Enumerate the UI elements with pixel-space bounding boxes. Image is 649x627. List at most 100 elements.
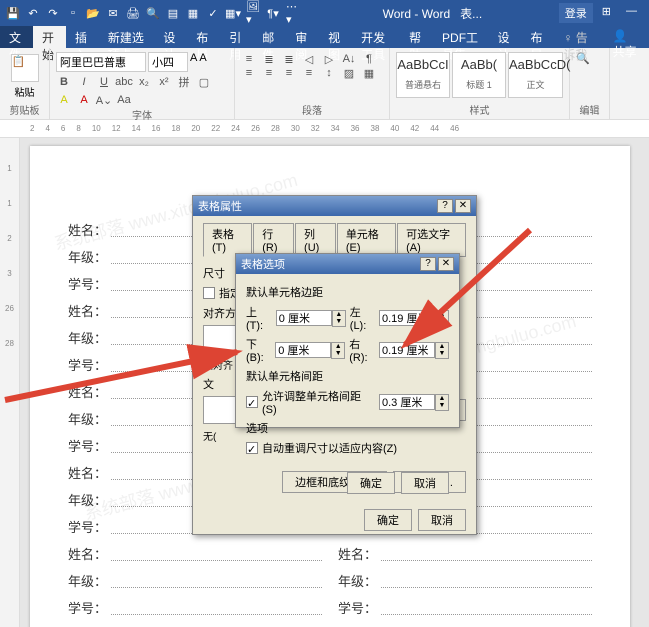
- wrap-none-option[interactable]: [203, 396, 239, 424]
- tab-mail[interactable]: 邮件: [253, 26, 286, 48]
- line-spacing-icon[interactable]: ↕: [321, 66, 337, 80]
- tab-tbl-design[interactable]: 设计: [488, 26, 521, 48]
- tab-tbl-layout[interactable]: 布局: [521, 26, 554, 48]
- bottom-spinner[interactable]: ▲▼: [331, 342, 345, 359]
- pic-icon[interactable]: 🖼▾: [246, 6, 260, 20]
- left-spinner[interactable]: ▲▼: [435, 310, 449, 327]
- sup-icon[interactable]: x²: [156, 75, 172, 89]
- style-normal[interactable]: AaBbCcI普通悬右: [396, 52, 450, 98]
- tab-col[interactable]: 列(U): [295, 223, 336, 257]
- align-right-icon[interactable]: ≡: [281, 66, 297, 80]
- tab-ref[interactable]: 引用: [220, 26, 253, 48]
- underline-icon[interactable]: U: [96, 75, 112, 89]
- autofit-checkbox[interactable]: ✓: [246, 442, 258, 454]
- vertical-ruler[interactable]: 11232628: [0, 138, 20, 627]
- tab-alt[interactable]: 可选文字(A): [397, 223, 466, 257]
- help-icon[interactable]: ?: [420, 257, 436, 271]
- italic-icon[interactable]: I: [76, 75, 92, 89]
- char-fx-icon[interactable]: A⌄: [96, 93, 112, 107]
- tab-cell[interactable]: 单元格(E): [337, 223, 396, 257]
- horizontal-ruler[interactable]: 2468101214161820222426283032343638404244…: [0, 120, 649, 138]
- spacing-spinner[interactable]: ▲▼: [435, 394, 449, 411]
- right-spinner[interactable]: ▲▼: [435, 342, 449, 359]
- ok-button[interactable]: 确定: [364, 509, 412, 531]
- highlight-icon[interactable]: A: [56, 93, 72, 107]
- font-color-icon[interactable]: A: [76, 93, 92, 107]
- tab-review[interactable]: 审阅: [286, 26, 319, 48]
- tab-layout[interactable]: 布局: [187, 26, 220, 48]
- dialog-title-bar[interactable]: 表格属性 ? ✕: [193, 196, 476, 216]
- shrink-font-icon[interactable]: A: [199, 52, 206, 72]
- tab-pdf[interactable]: PDF工具集: [433, 26, 488, 48]
- tab-custom[interactable]: 新建选项卡: [99, 26, 154, 48]
- font-size-select[interactable]: 小四: [148, 52, 188, 72]
- numbering-icon[interactable]: ≣: [261, 52, 277, 66]
- cancel-button[interactable]: 取消: [418, 509, 466, 531]
- justify-icon[interactable]: ≡: [301, 66, 317, 80]
- spacing-value-input[interactable]: [379, 394, 435, 410]
- ruby-icon[interactable]: 拼: [176, 75, 192, 89]
- new-icon[interactable]: ▫: [66, 6, 80, 20]
- tab-help[interactable]: 帮助: [400, 26, 433, 48]
- top-spinner[interactable]: ▲▼: [332, 310, 346, 327]
- undo-icon[interactable]: ↶: [26, 6, 40, 20]
- ok-button[interactable]: 确定: [347, 472, 395, 494]
- right-margin-input[interactable]: [379, 342, 435, 358]
- top-margin-input[interactable]: [276, 310, 332, 326]
- left-margin-input[interactable]: [379, 310, 435, 326]
- shading-icon[interactable]: ▨: [341, 66, 357, 80]
- tab-home[interactable]: 开始: [33, 26, 66, 48]
- align-left-option[interactable]: [203, 325, 239, 353]
- tab-dev[interactable]: 开发工具: [352, 26, 400, 48]
- strike-icon[interactable]: abc: [116, 75, 132, 89]
- close-icon[interactable]: ✕: [455, 199, 471, 213]
- more-icon[interactable]: ⋯▾: [286, 6, 300, 20]
- borders-icon[interactable]: ▦: [361, 66, 377, 80]
- login-button[interactable]: 登录: [559, 3, 593, 23]
- clear-fmt-icon[interactable]: Aa: [116, 93, 132, 107]
- paste-icon[interactable]: 📋: [11, 54, 39, 82]
- tell-me[interactable]: ♀ 告诉我: [554, 26, 602, 48]
- ribbon-opts-icon[interactable]: ⊞: [596, 3, 617, 23]
- save-icon[interactable]: 💾: [6, 6, 20, 20]
- close-icon[interactable]: ✕: [438, 257, 454, 271]
- find-icon[interactable]: 🔍: [576, 52, 603, 65]
- pg-icon[interactable]: ▦: [186, 6, 200, 20]
- sort-icon[interactable]: A↓: [341, 52, 357, 66]
- page-icon[interactable]: ▤: [166, 6, 180, 20]
- tab-design[interactable]: 设计: [154, 26, 187, 48]
- tab-view[interactable]: 视图: [319, 26, 352, 48]
- dec-indent-icon[interactable]: ◁: [301, 52, 317, 66]
- allow-spacing-checkbox[interactable]: ✓: [246, 396, 258, 408]
- font-name-select[interactable]: 阿里巴巴普惠: [56, 52, 146, 72]
- tab-table[interactable]: 表格(T): [203, 223, 252, 257]
- inc-indent-icon[interactable]: ▷: [321, 52, 337, 66]
- help-icon[interactable]: ?: [437, 199, 453, 213]
- preview-icon[interactable]: 🔍: [146, 6, 160, 20]
- bullets-icon[interactable]: ≡: [241, 52, 257, 66]
- open-icon[interactable]: 📂: [86, 6, 100, 20]
- border-icon[interactable]: ▢: [196, 75, 212, 89]
- mail-icon[interactable]: ✉: [106, 6, 120, 20]
- min-icon[interactable]: —: [620, 3, 643, 23]
- cancel-button[interactable]: 取消: [401, 472, 449, 494]
- sub-icon[interactable]: x₂: [136, 75, 152, 89]
- tab-file[interactable]: 文件: [0, 26, 33, 48]
- align-left-icon[interactable]: ≡: [241, 66, 257, 80]
- spell-icon[interactable]: ✓: [206, 6, 220, 20]
- style-body[interactable]: AaBbCcD(正文: [508, 52, 563, 98]
- share-button[interactable]: 👤 共享: [603, 26, 649, 48]
- spec-width-checkbox[interactable]: [203, 287, 215, 299]
- tab-row[interactable]: 行(R): [253, 223, 294, 257]
- tbl-icon[interactable]: ▦▾: [226, 6, 240, 20]
- grow-font-icon[interactable]: A: [190, 52, 197, 72]
- redo-icon[interactable]: ↷: [46, 6, 60, 20]
- br-icon[interactable]: ¶▾: [266, 6, 280, 20]
- align-center-icon[interactable]: ≡: [261, 66, 277, 80]
- bottom-margin-input[interactable]: [275, 342, 331, 358]
- style-h1[interactable]: AaBb(标题 1: [452, 52, 506, 98]
- print-icon[interactable]: 🖨: [126, 6, 140, 20]
- dialog-title-bar[interactable]: 表格选项 ? ✕: [236, 254, 459, 274]
- marks-icon[interactable]: ¶: [361, 52, 377, 66]
- bold-icon[interactable]: B: [56, 75, 72, 89]
